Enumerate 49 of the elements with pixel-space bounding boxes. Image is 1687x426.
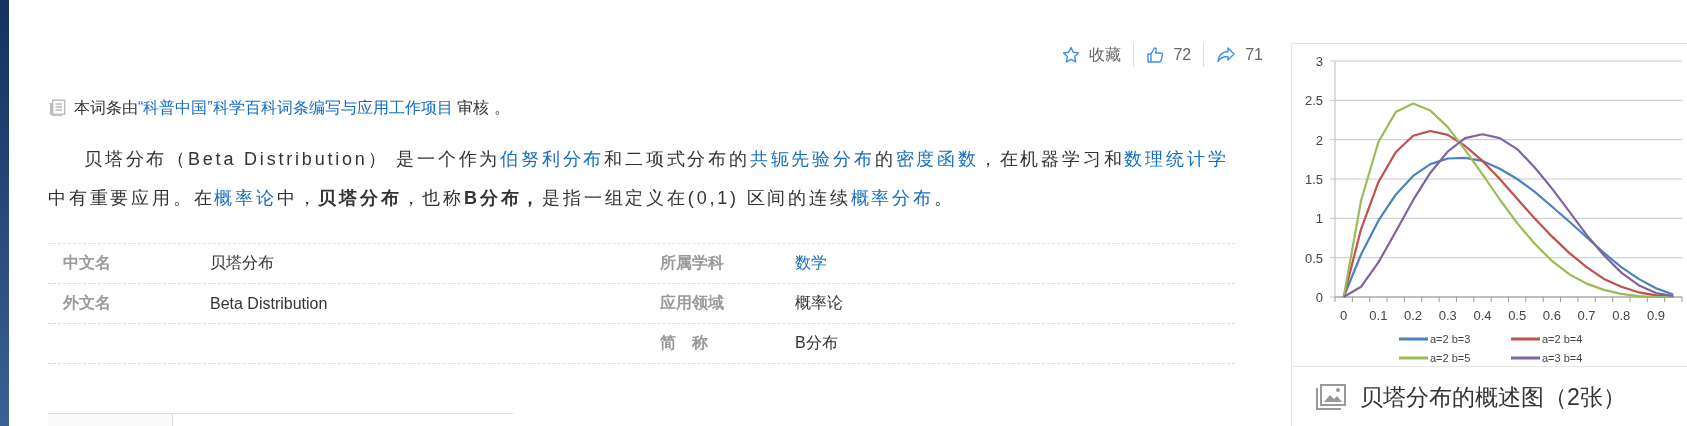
image-icon bbox=[1316, 384, 1346, 410]
table-cell-text: 贝塔分布 bbox=[210, 253, 275, 273]
link[interactable]: 数理统计学 bbox=[1124, 149, 1229, 169]
link[interactable]: 共轭先验分布 bbox=[749, 149, 875, 169]
axis-label: 1.5 bbox=[1304, 172, 1323, 187]
axis-label: 0.8 bbox=[1612, 308, 1631, 323]
axis-label: 0 bbox=[1340, 308, 1348, 323]
axis-label: 2 bbox=[1315, 132, 1323, 148]
thumbs-up-icon bbox=[1146, 46, 1165, 64]
link[interactable]: 密度函数 bbox=[895, 149, 979, 169]
field-label: 应用领域 bbox=[660, 293, 725, 313]
axis-label: 1 bbox=[1315, 211, 1323, 227]
share-button[interactable]: 71 bbox=[1204, 46, 1263, 64]
legend-label: a=2 b=4 bbox=[1542, 333, 1583, 345]
axis-label: 0 bbox=[1315, 290, 1323, 305]
review-note: 本词条由“科普中国”科学百科词条编写与应用工作项目 审核 。 bbox=[74, 97, 510, 118]
table-cell-text: 概率论 bbox=[795, 293, 844, 313]
field-label: 外文名 bbox=[61, 293, 112, 313]
figure-caption[interactable]: 贝塔分布的概述图（2张） bbox=[1360, 381, 1626, 413]
axis-label: 0.1 bbox=[1369, 308, 1388, 323]
link[interactable]: “科普中国”科学百科词条编写与应用工作项目 bbox=[138, 98, 453, 116]
star-icon bbox=[1062, 46, 1081, 64]
field-label: 中文名 bbox=[62, 253, 112, 273]
axis-label: 2.5 bbox=[1304, 93, 1323, 109]
favorite-button[interactable]: 收藏 bbox=[1050, 44, 1134, 66]
axis-label: 0.9 bbox=[1646, 308, 1665, 323]
legend-label: a=2 b=5 bbox=[1430, 352, 1471, 364]
legend-label: a=3 b=4 bbox=[1542, 352, 1583, 364]
axis-label: 0.4 bbox=[1473, 308, 1492, 323]
axis-label: 0.3 bbox=[1438, 308, 1457, 323]
legend-label: a=2 b=3 bbox=[1430, 333, 1471, 345]
like-button[interactable]: 72 bbox=[1134, 46, 1204, 64]
axis-label: 0.2 bbox=[1404, 308, 1423, 323]
summary-paragraph: 贝塔分布（Beta Distribution） 是一个作为 伯努利分布和二项式分布的 共轭先验分布 的 密度函数，在机器学习和数理统计学 中有重要应用。在概率论 中，贝塔分布，也称B分布，是指一组定义在(0,1) 区间的连续概率分布。 bbox=[48, 148, 1230, 210]
axis-label: 0.5 bbox=[1304, 250, 1323, 266]
share-arrow-icon bbox=[1216, 46, 1237, 64]
table-cell[interactable]: 数学 bbox=[795, 253, 1235, 274]
axis-label: 3 bbox=[1315, 54, 1323, 69]
axis-label: 0.5 bbox=[1508, 308, 1527, 323]
axis-label: 0.7 bbox=[1577, 308, 1596, 323]
link[interactable]: 伯努利分布 bbox=[500, 149, 605, 169]
link[interactable]: 概率分布 bbox=[850, 188, 934, 208]
document-icon bbox=[48, 99, 66, 117]
link[interactable]: 概率论 bbox=[214, 188, 277, 208]
table-cell-text: Beta Distribution bbox=[210, 294, 329, 313]
axis-label: 0.6 bbox=[1542, 308, 1561, 323]
field-label: 简 称 bbox=[660, 333, 709, 353]
field-label: 所属学科 bbox=[660, 253, 725, 273]
table-cell-text: B分布 bbox=[795, 333, 839, 353]
